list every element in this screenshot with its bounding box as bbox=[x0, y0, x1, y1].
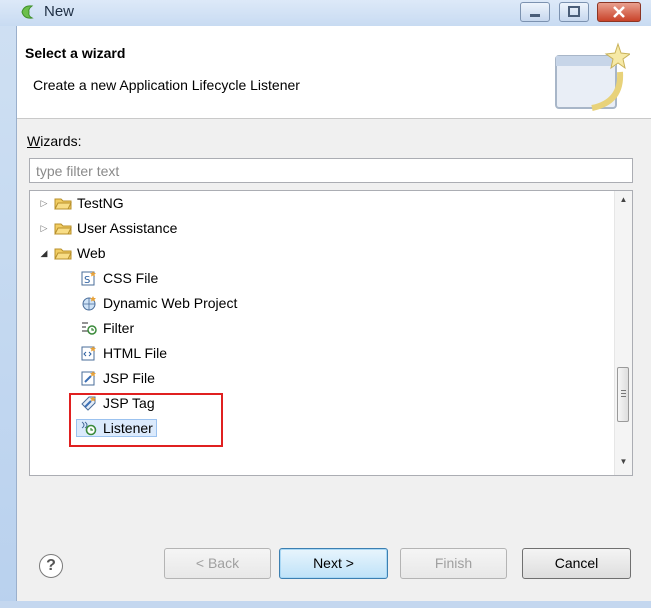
tree-item-label: Filter bbox=[103, 320, 135, 336]
tree-item-label: CSS File bbox=[103, 270, 159, 286]
collapse-arrow-icon[interactable]: ◢ bbox=[38, 248, 50, 259]
filter-icon bbox=[82, 322, 97, 335]
grip-line bbox=[621, 390, 626, 391]
tree-item-label: HTML File bbox=[103, 345, 168, 361]
next-button[interactable]: Next > bbox=[279, 548, 388, 579]
grip-line bbox=[621, 396, 626, 397]
highlight-annotation-box bbox=[69, 393, 223, 447]
tree-item-css-file[interactable]: S CSS File bbox=[80, 267, 158, 289]
tree-item-label: TestNG bbox=[77, 195, 124, 211]
dialog-body: Select a wizard Create a new Application… bbox=[16, 26, 651, 601]
tree-item-dynamic-web-project[interactable]: Dynamic Web Project bbox=[80, 292, 237, 314]
tree-item-label: Web bbox=[77, 245, 106, 261]
help-button[interactable]: ? bbox=[39, 554, 63, 578]
expand-arrow-icon[interactable]: ▷ bbox=[38, 198, 50, 209]
eclipse-app-icon bbox=[21, 5, 34, 19]
page-description: Create a new Application Lifecycle Liste… bbox=[33, 77, 300, 93]
finish-button[interactable]: Finish bbox=[400, 548, 507, 579]
folder-open-icon bbox=[54, 248, 72, 260]
title-bar[interactable]: New bbox=[0, 0, 651, 26]
tree-item-testng[interactable]: ▷ TestNG bbox=[38, 192, 124, 214]
tree-vertical-scrollbar[interactable]: ▲ ▼ bbox=[614, 191, 632, 475]
scroll-up-arrow-icon[interactable]: ▲ bbox=[615, 191, 632, 208]
html-file-icon bbox=[81, 346, 96, 361]
cancel-button[interactable]: Cancel bbox=[522, 548, 631, 579]
wizard-header: Select a wizard Create a new Application… bbox=[17, 26, 651, 119]
tree-item-jsp-file[interactable]: JSP File bbox=[80, 367, 155, 389]
window-bottom-border bbox=[0, 601, 651, 608]
tree-item-label: Dynamic Web Project bbox=[103, 295, 238, 311]
web-project-icon bbox=[82, 296, 96, 311]
tree-item-filter[interactable]: Filter bbox=[80, 317, 134, 339]
dialog-window: New Select a wizard Create a new Applica… bbox=[0, 0, 651, 608]
close-icon bbox=[613, 6, 625, 18]
wizard-filter-input[interactable] bbox=[29, 158, 633, 183]
wizards-label: Wizards: bbox=[27, 133, 82, 149]
tree-item-web[interactable]: ◢ Web bbox=[38, 242, 106, 264]
tree-item-label: JSP File bbox=[103, 370, 155, 386]
folder-icon bbox=[54, 198, 72, 210]
minimize-icon bbox=[530, 14, 540, 17]
tree-item-html-file[interactable]: HTML File bbox=[80, 342, 167, 364]
expand-arrow-icon[interactable]: ▷ bbox=[38, 223, 50, 234]
page-title: Select a wizard bbox=[25, 45, 126, 61]
grip-line bbox=[621, 393, 626, 394]
minimize-button[interactable] bbox=[520, 2, 550, 22]
maximize-icon bbox=[568, 6, 580, 17]
scrollbar-thumb[interactable] bbox=[617, 367, 629, 422]
window-title: New bbox=[44, 3, 75, 20]
close-window-button[interactable] bbox=[597, 2, 641, 22]
back-button[interactable]: < Back bbox=[164, 548, 271, 579]
tree-item-user-assistance[interactable]: ▷ User Assistance bbox=[38, 217, 178, 239]
folder-icon bbox=[54, 223, 72, 235]
new-wizard-banner-icon bbox=[555, 42, 630, 111]
tree-item-label: User Assistance bbox=[77, 220, 178, 236]
maximize-button[interactable] bbox=[559, 2, 589, 22]
css-file-icon: S bbox=[81, 271, 96, 286]
jsp-file-icon bbox=[81, 371, 96, 386]
scroll-down-arrow-icon[interactable]: ▼ bbox=[615, 453, 632, 470]
svg-text:S: S bbox=[84, 275, 90, 286]
